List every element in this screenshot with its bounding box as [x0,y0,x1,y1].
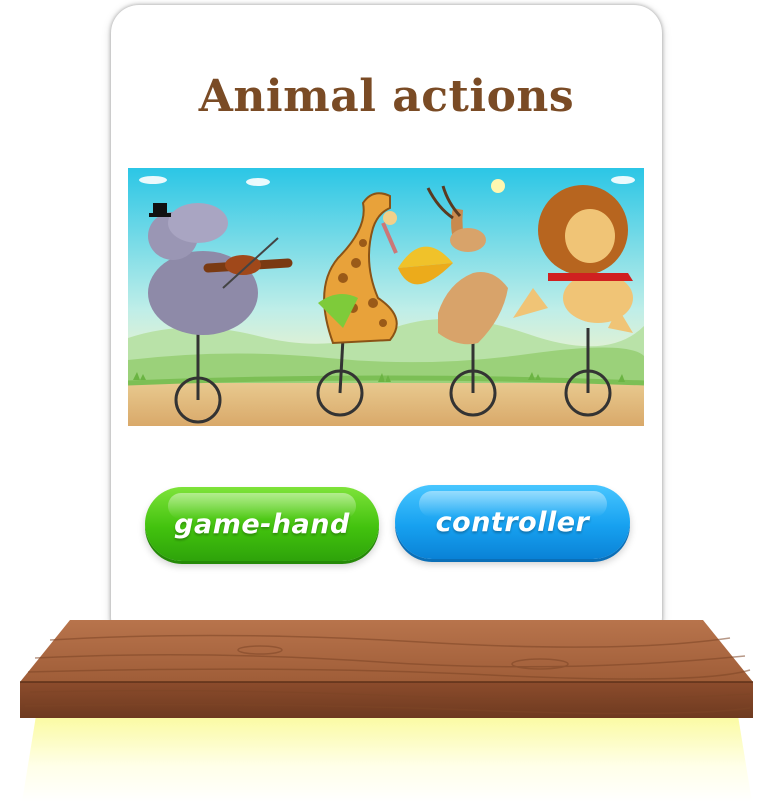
wooden-shelf [20,620,753,720]
page-title: Animal actions [198,71,575,122]
game-hand-button[interactable]: game-hand [145,487,379,561]
game-card: Animal actions game-hand controller [111,5,662,645]
game-hand-button-label: game-hand [174,508,350,540]
controller-button-label: controller [435,506,590,538]
shelf-glow [22,712,752,802]
controller-button[interactable]: controller [395,485,630,559]
animals-on-unicycles-illustration [128,168,644,426]
